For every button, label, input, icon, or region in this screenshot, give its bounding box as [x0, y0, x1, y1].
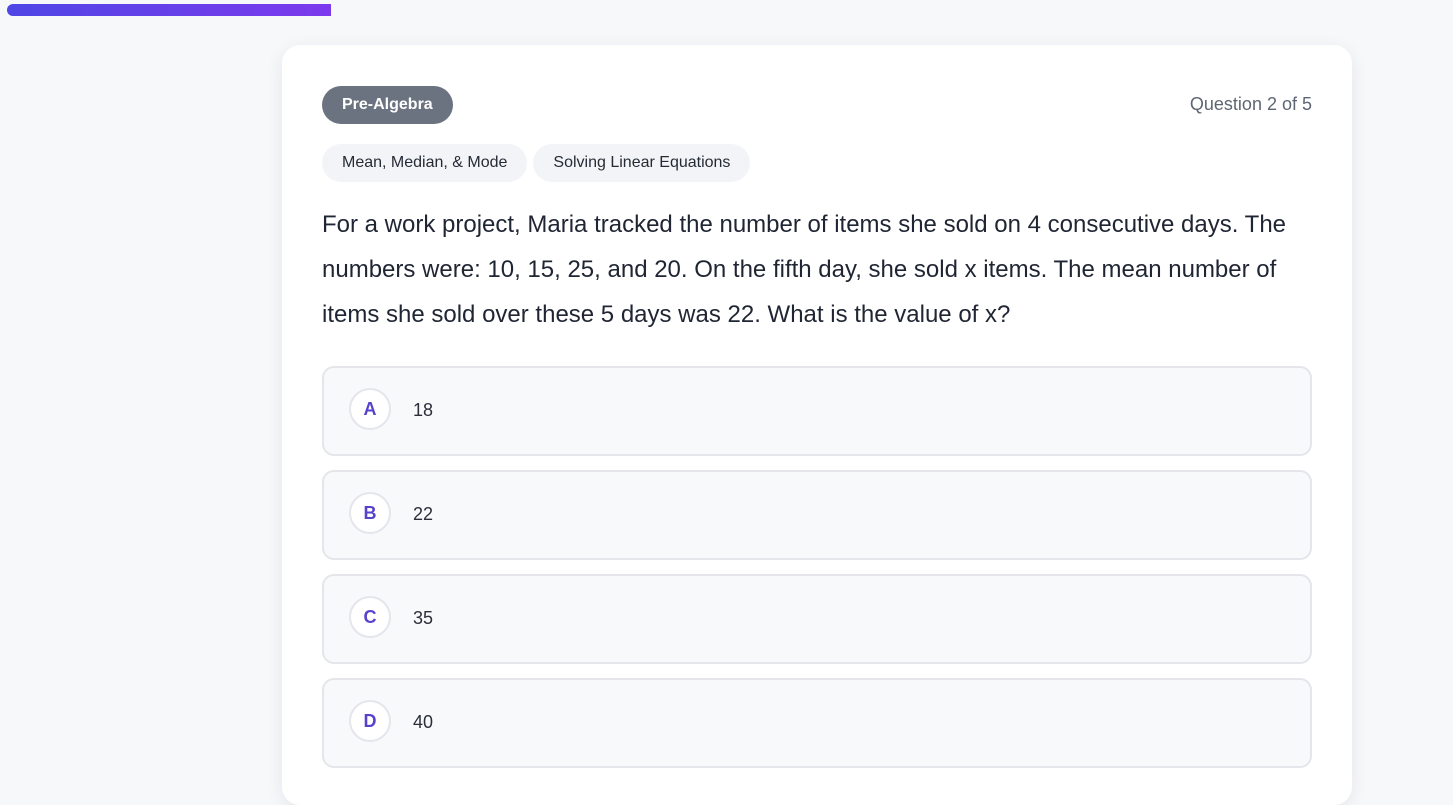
progress-bar-fill: [7, 4, 332, 16]
subject-badge: Pre-Algebra: [322, 86, 453, 124]
choice-letter: C: [349, 596, 391, 638]
choice-text: 35: [413, 608, 434, 628]
question-text: For a work project, Maria tracked the nu…: [322, 211, 1287, 328]
question-header: Pre-Algebra Question 2 of 5: [322, 86, 1312, 125]
choice-option-b[interactable]: B 22: [322, 470, 1312, 560]
question-counter: Question 2 of 5: [1189, 94, 1312, 114]
choice-option-d[interactable]: D 40: [322, 678, 1312, 768]
choice-text: 40: [413, 712, 434, 732]
topic-tags: Mean, Median, & Mode Solving Linear Equa…: [322, 144, 751, 182]
topic-tag: Solving Linear Equations: [533, 144, 751, 182]
question-card: Pre-Algebra Question 2 of 5 Mean, Median…: [282, 45, 1352, 805]
choice-letter: D: [349, 700, 391, 742]
progress-bar: [7, 4, 332, 16]
topic-tag: Mean, Median, & Mode: [322, 144, 528, 182]
choice-letter: B: [349, 492, 391, 534]
choice-letter: A: [349, 388, 391, 430]
choice-option-a[interactable]: A 18: [322, 366, 1312, 456]
choice-text: 18: [413, 400, 434, 420]
choice-text: 22: [413, 504, 434, 524]
choice-option-c[interactable]: C 35: [322, 574, 1312, 664]
